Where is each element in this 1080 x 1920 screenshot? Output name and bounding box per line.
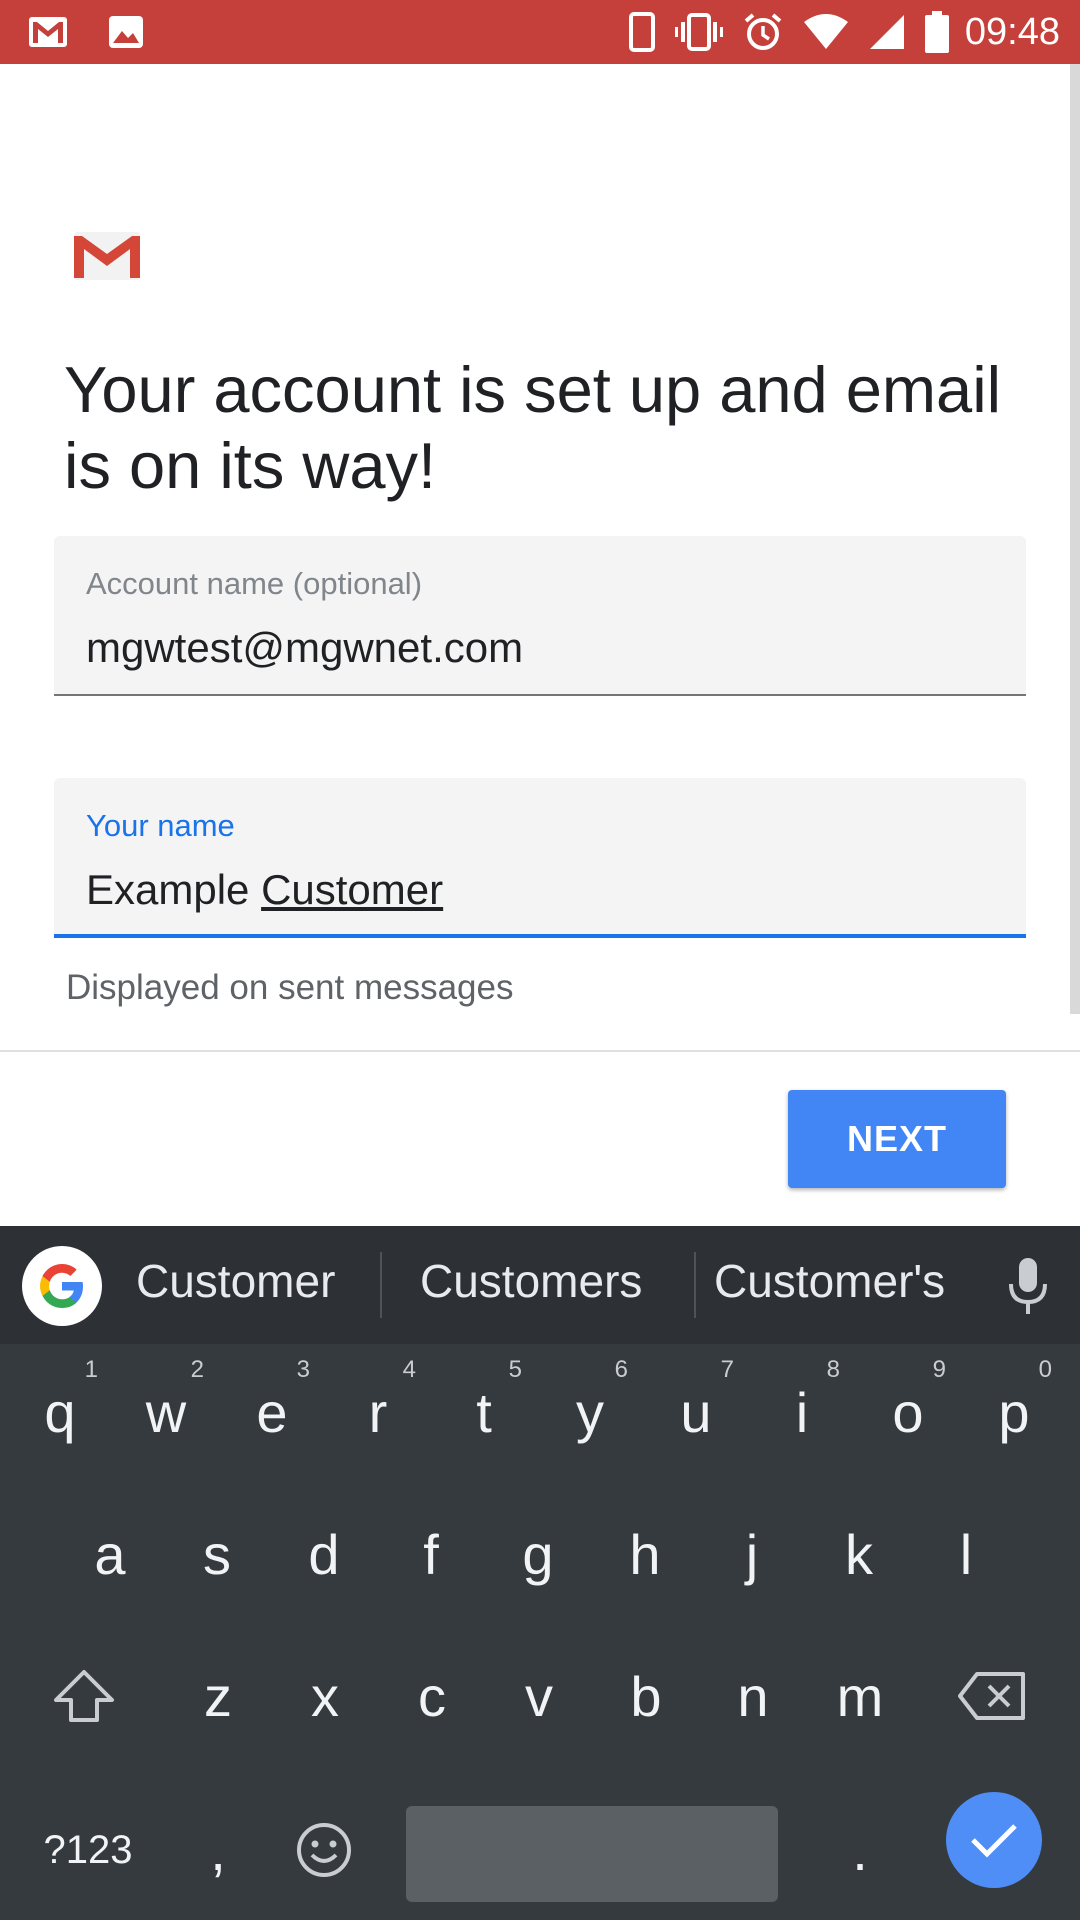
key-a[interactable]: a	[66, 1494, 154, 1614]
key-p[interactable]: p0	[970, 1352, 1058, 1472]
key-y[interactable]: y6	[546, 1352, 634, 1472]
key-x[interactable]: x	[281, 1636, 369, 1756]
symbols-key[interactable]: ?123	[28, 1790, 148, 1910]
helper-text: Displayed on sent messages	[66, 968, 514, 1007]
key-q[interactable]: q1	[16, 1352, 104, 1472]
comma-key[interactable]: ,	[174, 1790, 262, 1910]
account-name-value[interactable]: mgwtest@mgwnet.com	[86, 624, 523, 672]
key-u[interactable]: u7	[652, 1352, 740, 1472]
enter-key[interactable]	[946, 1792, 1042, 1888]
status-bar: 09:48	[0, 0, 1080, 64]
phone-icon	[628, 12, 655, 52]
key-j[interactable]: j	[708, 1494, 796, 1614]
spacebar[interactable]	[406, 1806, 778, 1902]
check-icon	[971, 1824, 1017, 1858]
suggestion-1[interactable]: Customer	[136, 1254, 335, 1308]
emoji-key[interactable]	[280, 1790, 368, 1910]
gmail-notification-icon	[29, 17, 67, 47]
suggestion-3[interactable]: Customer's	[714, 1254, 945, 1308]
alarm-icon	[744, 13, 782, 50]
vibrate-icon	[674, 13, 723, 51]
account-name-field[interactable]: Account name (optional) mgwtest@mgwnet.c…	[54, 536, 1026, 696]
signal-icon	[869, 15, 904, 49]
key-m[interactable]: m	[816, 1636, 904, 1756]
suggestion-2[interactable]: Customers	[420, 1254, 642, 1308]
key-z[interactable]: z	[174, 1636, 262, 1756]
key-g[interactable]: g	[494, 1494, 582, 1614]
key-k[interactable]: k	[815, 1494, 903, 1614]
your-name-text: Example	[86, 866, 262, 913]
divider	[0, 1050, 1080, 1052]
key-w[interactable]: w2	[122, 1352, 210, 1472]
your-name-field[interactable]: Your name Example Customer	[54, 778, 1026, 938]
backspace-icon	[958, 1672, 1025, 1720]
image-notification-icon	[109, 16, 143, 48]
key-d[interactable]: d	[280, 1494, 368, 1614]
suggestion-divider	[694, 1252, 696, 1318]
status-time: 09:48	[964, 10, 1060, 53]
key-f[interactable]: f	[387, 1494, 475, 1614]
key-h[interactable]: h	[601, 1494, 689, 1614]
suggestion-bar: Customer Customers Customer's	[0, 1226, 1080, 1344]
key-n[interactable]: n	[709, 1636, 797, 1756]
microphone-icon[interactable]	[1004, 1256, 1052, 1316]
period-key[interactable]: .	[816, 1790, 904, 1910]
keyboard: Customer Customers Customer's q1 w2 e3 r…	[0, 1226, 1080, 1920]
key-l[interactable]: l	[922, 1494, 1010, 1614]
key-b[interactable]: b	[602, 1636, 690, 1756]
emoji-icon	[297, 1823, 351, 1877]
key-e[interactable]: e3	[228, 1352, 316, 1472]
key-s[interactable]: s	[173, 1494, 261, 1614]
suggestion-divider	[380, 1252, 382, 1318]
shift-icon	[54, 1670, 114, 1722]
google-logo-icon[interactable]	[22, 1246, 102, 1326]
scroll-indicator	[1070, 64, 1080, 1014]
key-v[interactable]: v	[495, 1636, 583, 1756]
key-r[interactable]: r4	[334, 1352, 422, 1472]
wifi-icon	[803, 14, 848, 49]
key-t[interactable]: t5	[440, 1352, 528, 1472]
next-button[interactable]: NEXT	[788, 1090, 1006, 1188]
key-o[interactable]: o9	[864, 1352, 952, 1472]
page-title: Your account is set up and email is on i…	[64, 353, 1002, 502]
backspace-key[interactable]	[948, 1636, 1036, 1756]
account-name-label: Account name (optional)	[86, 566, 423, 601]
shift-key[interactable]	[40, 1636, 128, 1756]
gmail-logo-icon	[74, 232, 140, 280]
key-c[interactable]: c	[388, 1636, 476, 1756]
key-i[interactable]: i8	[758, 1352, 846, 1472]
your-name-label: Your name	[86, 808, 235, 843]
battery-icon	[924, 11, 949, 53]
your-name-value[interactable]: Example Customer	[86, 866, 443, 914]
your-name-composing-text: Customer	[261, 866, 444, 913]
